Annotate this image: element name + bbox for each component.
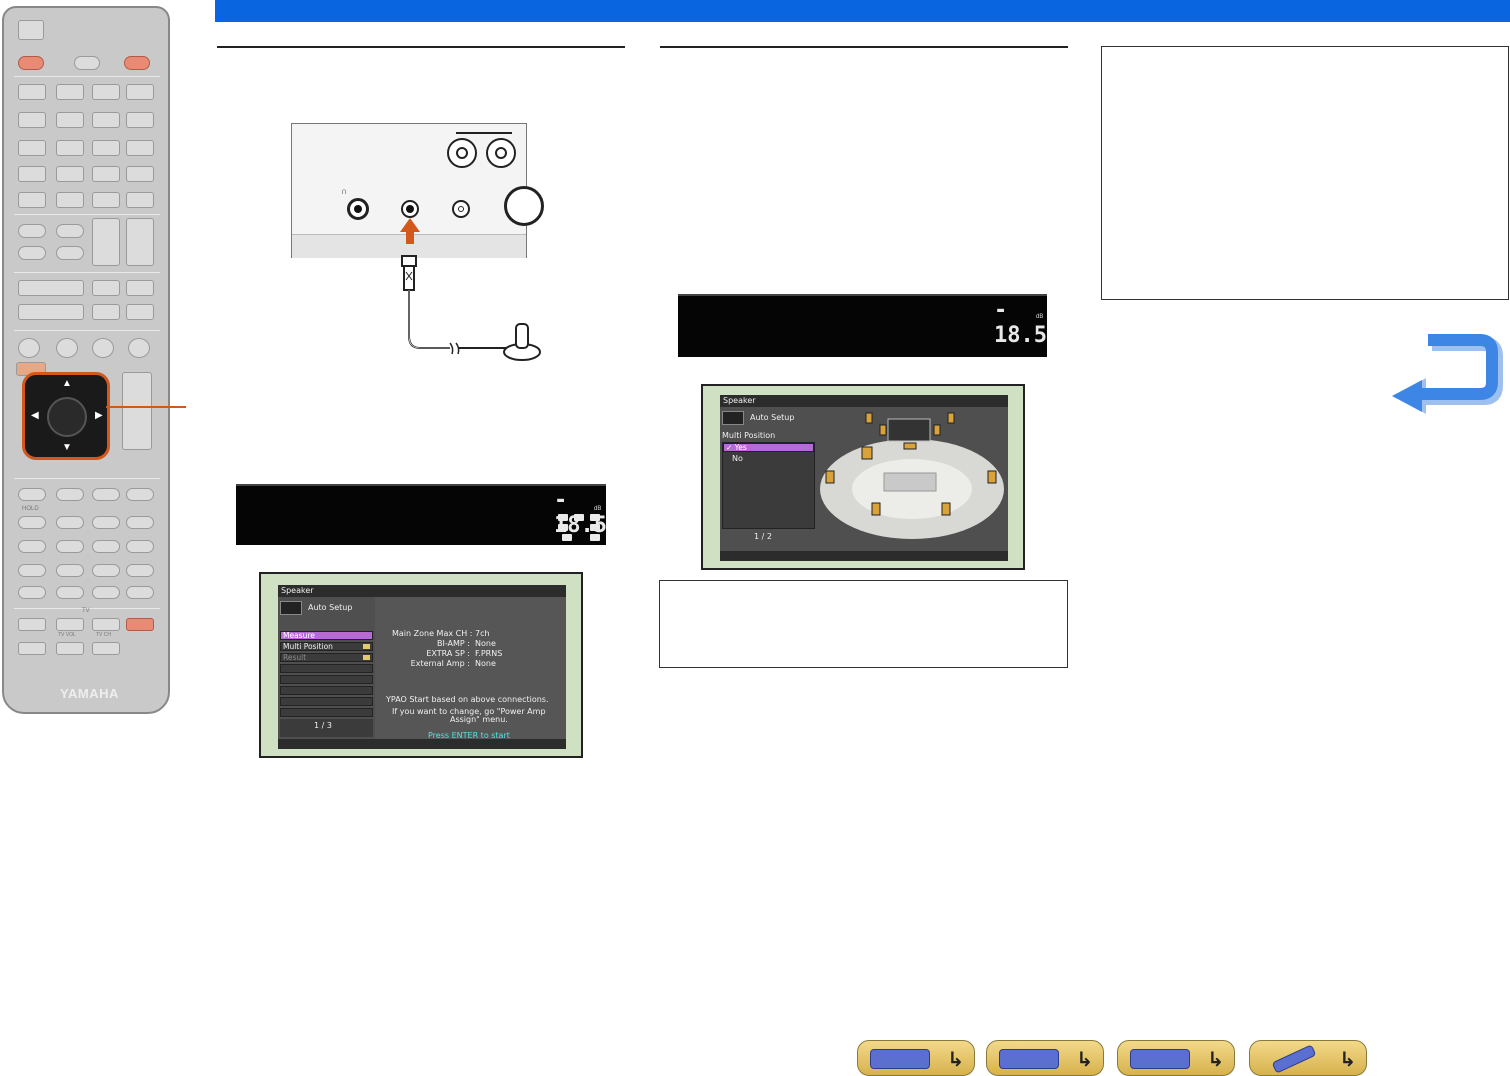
header-bar [215,0,1510,22]
section-rule-1 [217,46,625,48]
osd-title: Auto Setup [308,603,353,612]
folder-icon [363,644,370,649]
remote-cursor-pad: ▲ ▼ ◀ ▶ [22,372,110,460]
ypao-mic-jack [401,200,419,218]
osd-section-label: Multi Position [722,431,776,440]
setting-value: 7ch [475,629,490,638]
setting-value: None [475,639,496,648]
front-panel-nav-button[interactable]: ↳ [857,1040,975,1076]
callout-line [106,406,186,408]
cursor-down-icon: ▼ [62,442,72,453]
note-box-1 [1101,46,1509,300]
cursor-up-icon: ▲ [62,378,72,389]
fl-volume-unit: dB [594,506,602,512]
setting-label: External Amp : [410,659,470,668]
return-arrow-icon: ↳ [947,1047,964,1071]
osd-message: Assign" menu. [450,715,508,724]
osd-auto-setup-screen: Speaker Auto Setup Measure Multi Positio… [278,585,566,749]
remote-power-button [18,56,44,70]
setting-value: None [475,659,496,668]
remote-brand-logo: YAMAHA [60,686,119,701]
osd-page-indicator: 1 / 2 [754,532,772,541]
fl-volume-readout: - 18.5 [994,298,1047,348]
cursor-right-icon: ▶ [95,410,103,421]
remote-volume-rocker [122,372,152,450]
osd-header: Speaker [720,395,1008,407]
osd-header: Speaker [278,585,566,597]
section-rule-2 [660,46,1068,48]
auto-setup-icon [280,601,302,615]
osd-multi-position-screen: Speaker Auto Setup Multi Position ✓ Yes … [720,395,1008,561]
remote-hold-label: HOLD [22,506,39,512]
auto-setup-icon [722,411,744,425]
microphone-cable-illustration [400,218,541,361]
setting-value: F.PRNS [475,649,503,658]
remote-source-button [74,56,100,70]
option-no[interactable]: No [732,454,743,464]
note-box-2 [659,580,1068,668]
remote-control-illustration: ▲ ▼ ◀ ▶ HOLD TV TV VOL TV CH YAMAHA [2,6,170,714]
osd-multi-position-frame: Speaker Auto Setup Multi Position ✓ Yes … [701,384,1025,570]
remote-tv-vol-label: TV VOL [58,632,76,638]
folder-icon [363,655,370,660]
remote-standby-button [124,56,150,70]
return-arrow-icon: ↳ [1076,1047,1093,1071]
remote-tv-ch-label: TV CH [96,632,111,638]
return-arrow-icon: ↳ [1207,1047,1224,1071]
back-arrow-icon[interactable] [1388,334,1504,416]
osd-page-indicator: 1 / 3 [314,721,332,730]
osd-title: Auto Setup [750,413,795,422]
display-nav-button[interactable]: ↳ [1117,1040,1235,1076]
fl-volume-unit: dB [1036,314,1044,320]
receiver-rear-icon [999,1049,1059,1069]
option-yes[interactable]: ✓ Yes [723,443,814,452]
setting-label: Main Zone Max CH : [392,629,473,638]
receiver-front-icon [870,1049,930,1069]
osd-auto-setup-frame: Speaker Auto Setup Measure Multi Positio… [259,572,583,758]
cursor-left-icon: ◀ [31,410,39,421]
speaker-layout-diagram [818,407,1008,549]
menu-item-measure[interactable]: Measure [280,631,373,640]
setting-label: BI-AMP : [437,639,470,648]
setting-label: EXTRA SP : [426,649,470,658]
remote-nav-button[interactable]: ↳ [1249,1040,1367,1076]
rear-panel-nav-button[interactable]: ↳ [986,1040,1104,1076]
remote-tv-label: TV [82,608,90,614]
return-arrow-icon: ↳ [1339,1047,1356,1071]
remote-top-switch [18,20,44,40]
remote-control-icon [1271,1044,1317,1074]
fl-display-2: - 18.5 dB [678,294,1047,357]
menu-item-result: Result [280,653,373,662]
display-panel-icon [1130,1049,1190,1069]
osd-message: YPAO Start based on above connections. [386,695,549,704]
menu-item-multi-position[interactable]: Multi Position [280,642,373,651]
enter-button-icon [47,397,87,437]
fl-display-1: - 18.5 dB [236,484,607,545]
